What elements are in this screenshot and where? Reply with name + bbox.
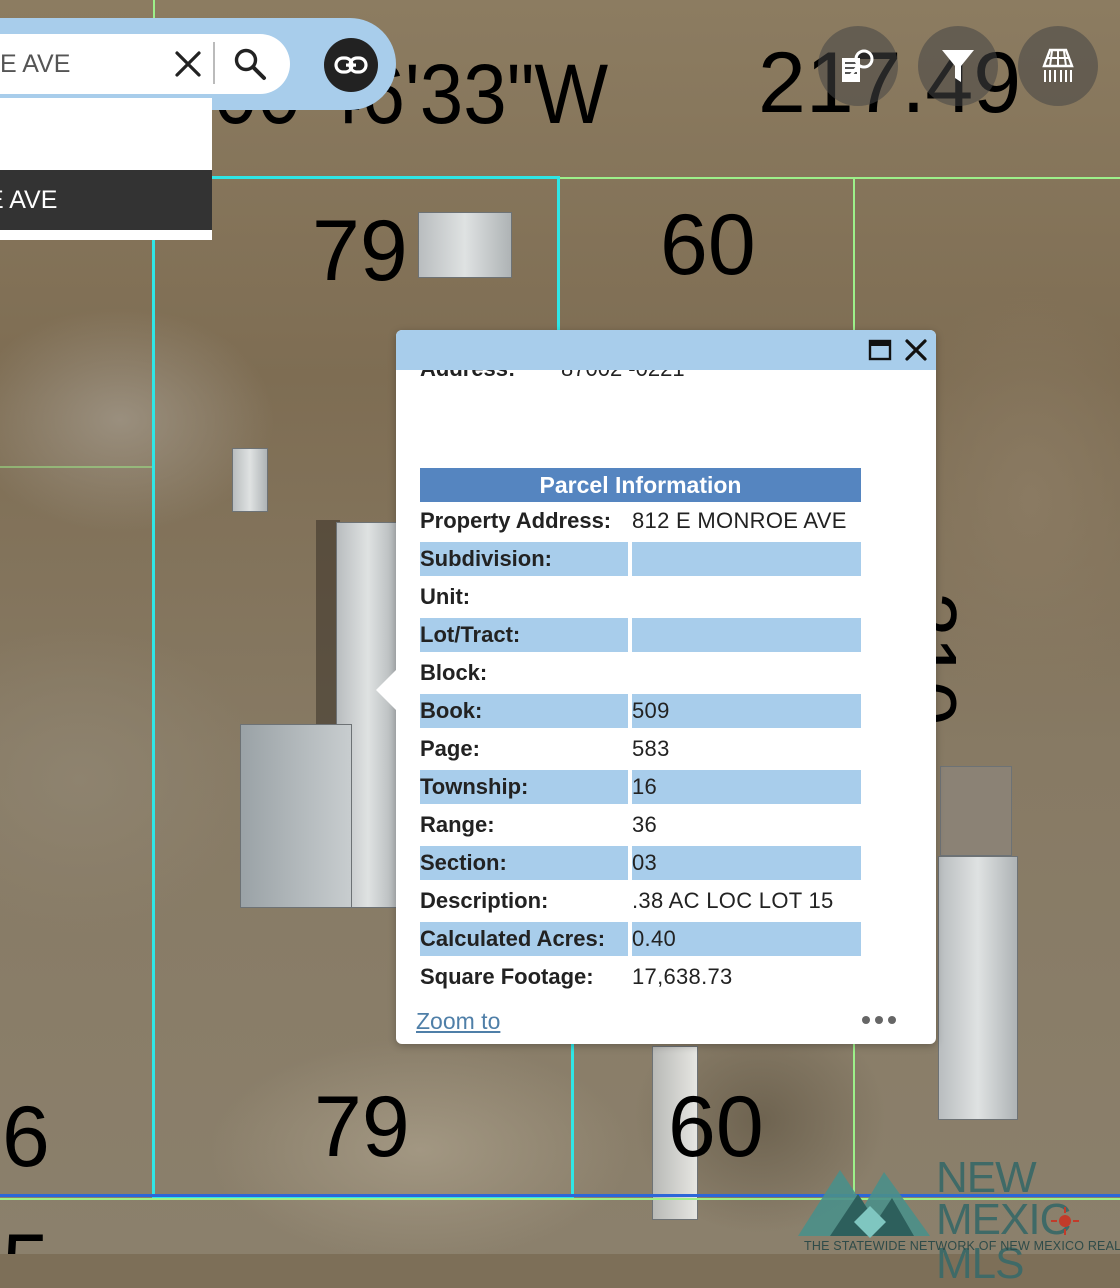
layers-tool-button[interactable] [1018, 26, 1098, 106]
lot-number-label: 79 [312, 203, 408, 299]
lot-line [853, 177, 855, 330]
search-suggestions: E AVE [0, 98, 212, 240]
row-value [632, 656, 861, 690]
row-label: Page: [420, 736, 480, 761]
row-value: 509 [632, 694, 861, 728]
row-value [632, 542, 861, 576]
mountain-logo-icon [798, 1170, 930, 1238]
popup-content[interactable]: Address: 87002 -0221 Parcel Information … [396, 370, 936, 1000]
lot-number-label: 60 [660, 197, 756, 293]
table-row: Property Address: 812 E MONROE AVE [420, 502, 861, 540]
address-label: Address: [420, 370, 515, 381]
logo-tagline: THE STATEWIDE NETWORK OF NEW MEXICO REAL… [804, 1239, 1120, 1253]
parcel-boundary [571, 1044, 574, 1198]
close-icon [905, 339, 927, 361]
row-label: Square Footage: [420, 964, 594, 989]
row-label: Description: [420, 888, 549, 913]
building-roof [232, 448, 268, 512]
parcel-boundary [557, 176, 560, 336]
filter-tool-button[interactable] [918, 26, 998, 106]
table-row: Township: 16 [420, 768, 861, 806]
row-value: 0.40 [632, 922, 861, 956]
popup-pointer [376, 670, 396, 710]
address-value: 87002 -0221 [561, 370, 685, 382]
lot-number-label: 60 [668, 1079, 764, 1175]
row-value: .38 AC LOC LOT 15 [632, 888, 834, 913]
row-label: Subdivision: [420, 542, 628, 576]
table-row: Range: 36 [420, 806, 861, 844]
row-label: Unit: [420, 584, 471, 609]
parcel-info-table: Parcel Information Property Address: 812 … [420, 468, 861, 996]
suggestion-item-selected[interactable]: E AVE [0, 170, 212, 230]
row-value: 17,638.73 [632, 964, 733, 989]
filter-icon [942, 50, 974, 82]
search-icon [234, 48, 266, 80]
share-link-button[interactable] [324, 38, 378, 92]
search-input[interactable] [0, 34, 160, 94]
zia-sun-icon [1051, 1207, 1079, 1235]
parcel-search-icon [842, 49, 874, 82]
suggestion-item[interactable] [0, 98, 212, 170]
row-label: Property Address: [420, 508, 612, 533]
row-label: Range: [420, 812, 495, 837]
row-value: 03 [632, 846, 861, 880]
parcel-popup: Address: 87002 -0221 Parcel Information … [376, 330, 936, 1044]
row-label: Calculated Acres: [420, 922, 628, 956]
lot-line [0, 466, 152, 468]
link-icon [334, 56, 368, 74]
parcel-info-title: Parcel Information [420, 468, 861, 502]
table-row: Page: 583 [420, 730, 861, 768]
row-label: Lot/Tract: [420, 618, 628, 652]
lot-number-label: 6 [2, 1089, 50, 1185]
row-label: Section: [420, 846, 628, 880]
layers-grid-icon [1042, 48, 1074, 82]
clear-search-button[interactable] [168, 42, 208, 86]
parcel-boundary [152, 176, 155, 1198]
lot-number-label: 79 [314, 1079, 410, 1175]
owner-address-row: Address: 87002 -0221 [420, 370, 685, 382]
row-value [632, 580, 861, 614]
table-row: Description: .38 AC LOC LOT 15 [420, 882, 861, 920]
close-icon [175, 51, 201, 77]
more-actions-button[interactable] [862, 1012, 896, 1028]
parcel-boundary [212, 176, 560, 179]
row-value: 16 [632, 770, 861, 804]
more-horizontal-icon [862, 1016, 896, 1024]
table-row: Calculated Acres: 0.40 [420, 920, 861, 958]
zoom-to-link[interactable]: Zoom to [416, 1008, 500, 1035]
building-roof [938, 856, 1018, 1120]
nm-mls-logo: NEW MEXIC MLS THE STATEWIDE NETWORK OF N… [796, 1150, 1120, 1286]
row-value: 36 [632, 812, 658, 837]
row-label: Township: [420, 770, 628, 804]
table-row: Section: 03 [420, 844, 861, 882]
popup-close-button[interactable] [902, 336, 930, 364]
suggestion-text: E AVE [0, 186, 58, 214]
table-row: Book: 509 [420, 692, 861, 730]
building-roof [240, 724, 352, 908]
building-roof [940, 766, 1012, 856]
maximize-button[interactable] [868, 338, 892, 362]
row-label: Block: [420, 660, 488, 685]
search-button[interactable] [230, 42, 270, 86]
row-value [632, 618, 861, 652]
popup-header [396, 330, 936, 370]
search-divider [213, 42, 215, 84]
table-row: Lot/Tract: [420, 616, 861, 654]
table-row: Block: [420, 654, 861, 692]
building-roof [418, 212, 512, 278]
row-label: Book: [420, 694, 628, 728]
parcel-search-tool-button[interactable] [818, 26, 898, 106]
row-value: 583 [632, 736, 670, 761]
maximize-icon [868, 339, 892, 361]
map-corner-char: 5 [2, 1222, 50, 1254]
logo-line-1: NEW [936, 1153, 1037, 1202]
table-row: Square Footage: 17,638.73 [420, 958, 861, 996]
table-row: Unit: [420, 578, 861, 616]
table-row: Subdivision: [420, 540, 861, 578]
row-value: 812 E MONROE AVE [632, 508, 847, 533]
lot-line [560, 177, 1120, 179]
